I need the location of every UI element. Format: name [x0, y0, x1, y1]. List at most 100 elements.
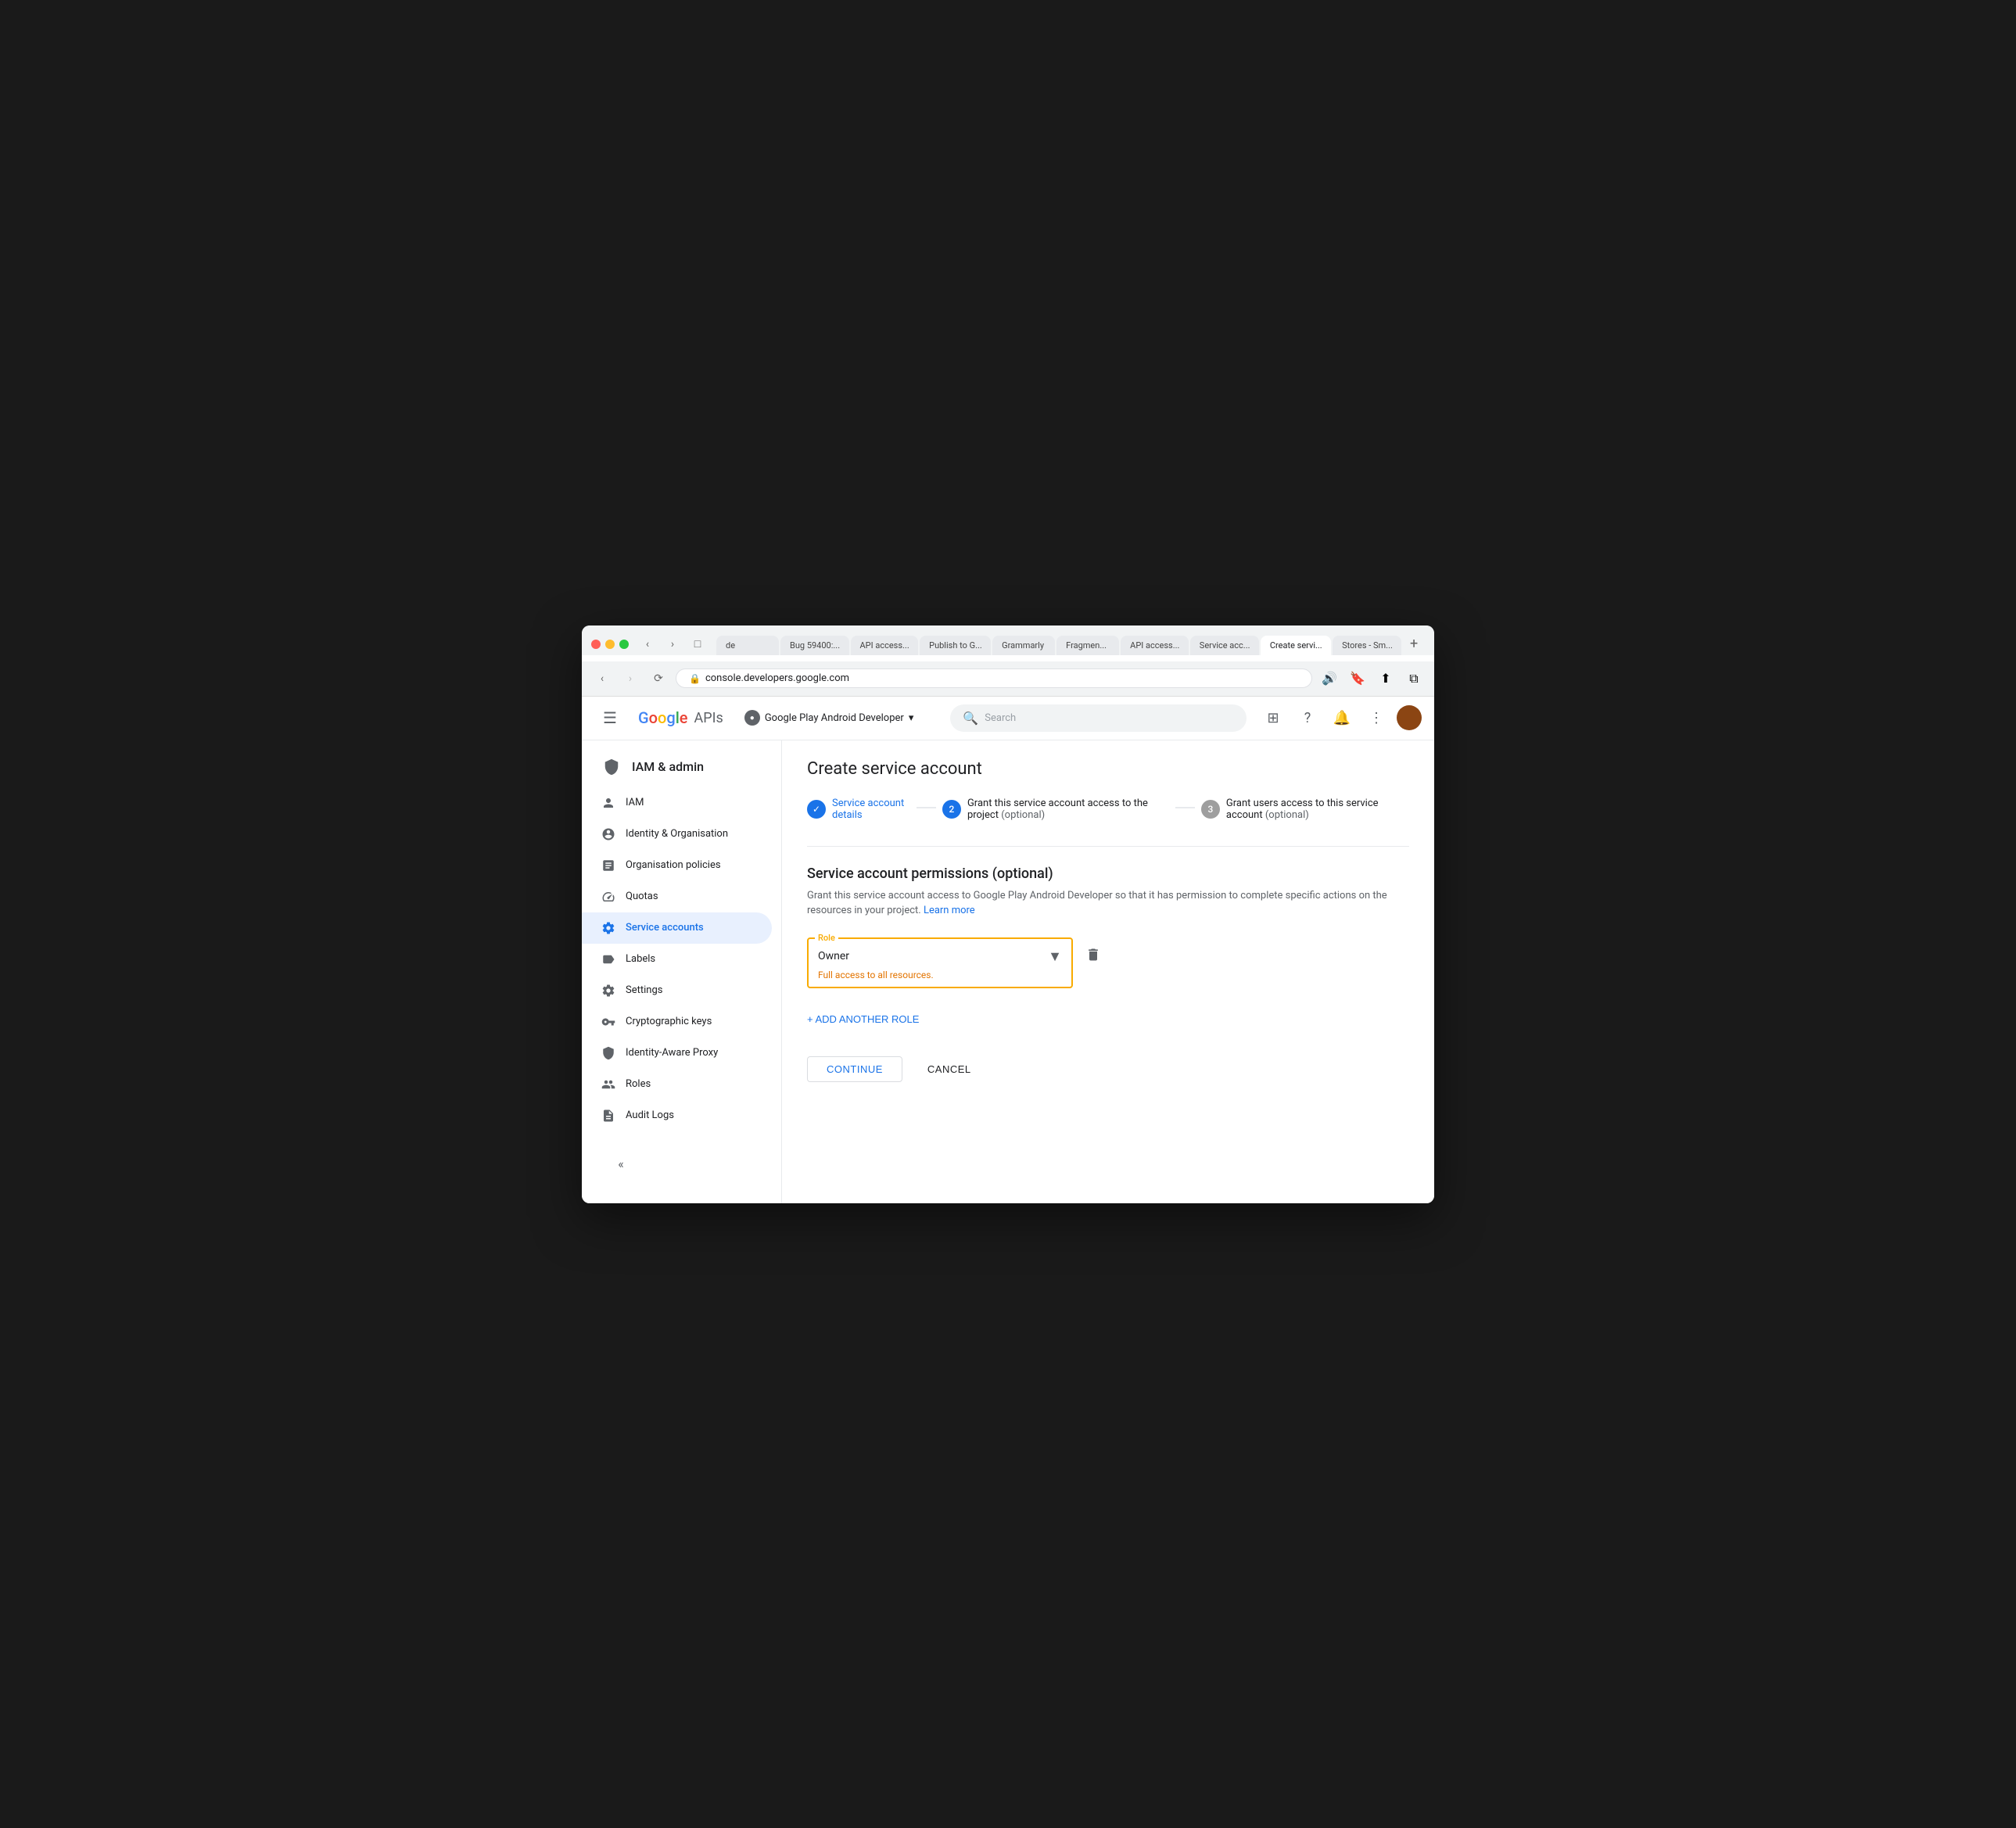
- sidebar-item-org-policies-label: Organisation policies: [626, 859, 721, 871]
- role-select-value: Owner: [818, 950, 849, 962]
- global-search[interactable]: 🔍 Search: [950, 704, 1247, 732]
- sidebar-item-labels[interactable]: Labels: [582, 944, 772, 975]
- maximize-traffic-light[interactable]: [619, 640, 629, 649]
- page-title: Create service account: [807, 759, 1409, 779]
- sidebar-header: IAM & admin: [582, 747, 781, 787]
- tab-api1-label: API access...: [860, 640, 909, 651]
- settings-icon: [601, 983, 616, 998]
- sidebar-item-iam-label: IAM: [626, 797, 644, 808]
- tab-bug-label: Bug 59400:...: [790, 640, 840, 651]
- sidebar-item-audit-logs[interactable]: Audit Logs: [582, 1100, 772, 1131]
- browser-window: ‹ › □ de Bug 59400:... API access... Pub…: [582, 625, 1434, 1203]
- tab-api2[interactable]: API access...: [1121, 636, 1189, 655]
- browser-toolbar: ‹ › ⟳ 🔒 console.developers.google.com 🔊 …: [582, 661, 1434, 697]
- close-traffic-light[interactable]: [591, 640, 601, 649]
- tab-view-button[interactable]: □: [687, 633, 708, 655]
- project-icon: ●: [744, 710, 760, 726]
- tab-fragment[interactable]: Fragmen...: [1056, 636, 1119, 655]
- sidebar-item-iap[interactable]: Identity-Aware Proxy: [582, 1038, 772, 1069]
- more-icon[interactable]: ⋮: [1362, 704, 1390, 732]
- sidebar-item-crypto-keys-label: Cryptographic keys: [626, 1016, 712, 1027]
- sidebar-item-settings[interactable]: Settings: [582, 975, 772, 1006]
- sidebar-item-org-policies[interactable]: Organisation policies: [582, 850, 772, 881]
- share-icon[interactable]: ⬆: [1375, 668, 1397, 690]
- sidebar-item-iam[interactable]: IAM: [582, 787, 772, 819]
- step-1-label: Service account details: [832, 798, 910, 821]
- notifications-icon[interactable]: 🔔: [1328, 704, 1356, 732]
- new-tab-button[interactable]: +: [1403, 633, 1425, 655]
- project-dropdown-arrow: ▾: [909, 712, 914, 724]
- back-button[interactable]: ‹: [637, 633, 658, 655]
- roles-icon: [601, 1077, 616, 1092]
- section-description: Grant this service account access to Goo…: [807, 888, 1409, 919]
- app-container: ☰ Google APIs ● Google Play Android Deve…: [582, 697, 1434, 1203]
- sidebar-title: IAM & admin: [632, 759, 704, 774]
- bookmark-icon[interactable]: 🔖: [1347, 668, 1369, 690]
- learn-more-link[interactable]: Learn more: [924, 905, 975, 916]
- hamburger-menu[interactable]: ☰: [594, 702, 626, 733]
- policy-icon: [601, 858, 616, 873]
- volume-icon[interactable]: 🔊: [1318, 668, 1340, 690]
- tab-de-label: de: [726, 640, 735, 651]
- tab-publish[interactable]: Publish to G...: [920, 636, 991, 655]
- forward-button[interactable]: ›: [662, 633, 683, 655]
- cancel-button[interactable]: CANCEL: [909, 1057, 990, 1081]
- sidebar-item-roles-label: Roles: [626, 1078, 651, 1090]
- user-avatar[interactable]: [1397, 705, 1422, 730]
- continue-button[interactable]: CONTINUE: [807, 1056, 902, 1082]
- section-title: Service account permissions (optional): [807, 866, 1409, 882]
- apps-icon[interactable]: ⊞: [1259, 704, 1287, 732]
- sidebar-item-crypto-keys[interactable]: Cryptographic keys: [582, 1006, 772, 1038]
- step-3-optional: (optional): [1265, 809, 1309, 821]
- tab-de[interactable]: de: [716, 636, 779, 655]
- step-2: 2 Grant this service account access to t…: [942, 798, 1169, 821]
- delete-role-button[interactable]: [1085, 947, 1101, 966]
- sidebar-item-identity-label: Identity & Organisation: [626, 828, 728, 840]
- sidebar-item-identity[interactable]: Identity & Organisation: [582, 819, 772, 850]
- project-selector[interactable]: ● Google Play Android Developer ▾: [736, 706, 923, 729]
- step-3-number: 3: [1208, 804, 1214, 815]
- refresh-button[interactable]: ⟳: [647, 668, 669, 690]
- toolbar-forward-button[interactable]: ›: [619, 668, 641, 690]
- step-2-label: Grant this service account access to the…: [967, 798, 1169, 821]
- tab-api1[interactable]: API access...: [851, 636, 919, 655]
- tab-create-label: Create servi...: [1270, 640, 1322, 651]
- sidebar-item-service-accounts[interactable]: Service accounts: [582, 912, 772, 944]
- role-field-wrapper: Role Owner ▼ Full access to all resource…: [807, 937, 1073, 988]
- role-label: Role: [815, 933, 838, 943]
- address-text: console.developers.google.com: [705, 672, 849, 684]
- sidebar-item-quotas[interactable]: Quotas: [582, 881, 772, 912]
- copy-tab-icon[interactable]: ⧉: [1403, 668, 1425, 690]
- step-divider: [807, 846, 1409, 847]
- tab-grammarly[interactable]: Grammarly: [992, 636, 1055, 655]
- tab-bug[interactable]: Bug 59400:...: [780, 636, 849, 655]
- sidebar-item-quotas-label: Quotas: [626, 891, 658, 902]
- address-bar[interactable]: 🔒 console.developers.google.com: [676, 668, 1312, 688]
- add-another-role-button[interactable]: + ADD ANOTHER ROLE: [807, 1007, 919, 1031]
- step-2-number: 2: [949, 804, 955, 815]
- shield-icon: [601, 1045, 616, 1061]
- minimize-traffic-light[interactable]: [605, 640, 615, 649]
- step-2-circle: 2: [942, 800, 961, 819]
- sidebar: IAM & admin IAM Identity & Organisation: [582, 740, 782, 1203]
- search-icon: 🔍: [963, 711, 978, 726]
- role-select[interactable]: Owner ▼: [818, 948, 1062, 965]
- sidebar-collapse-button[interactable]: «: [607, 1150, 635, 1178]
- tab-stores[interactable]: Stores - Sm...: [1333, 636, 1401, 655]
- toolbar-back-button[interactable]: ‹: [591, 668, 613, 690]
- tab-service[interactable]: Service acc...: [1190, 636, 1259, 655]
- sidebar-item-roles[interactable]: Roles: [582, 1069, 772, 1100]
- label-icon: [601, 952, 616, 967]
- tab-bar: de Bug 59400:... API access... Publish t…: [716, 633, 1425, 655]
- tab-create-active[interactable]: Create servi...: [1261, 636, 1331, 655]
- step-3: 3 Grant users access to this service acc…: [1201, 798, 1409, 821]
- step-1: ✓ Service account details: [807, 798, 910, 821]
- search-placeholder: Search: [985, 712, 1016, 724]
- help-icon[interactable]: ?: [1293, 704, 1322, 732]
- person-icon: [601, 795, 616, 811]
- tab-publish-label: Publish to G...: [929, 640, 982, 651]
- sidebar-item-audit-logs-label: Audit Logs: [626, 1109, 674, 1121]
- google-wordmark: Google: [638, 708, 688, 727]
- nav-buttons: ‹ › □: [637, 633, 708, 655]
- add-role-label: + ADD ANOTHER ROLE: [807, 1013, 919, 1025]
